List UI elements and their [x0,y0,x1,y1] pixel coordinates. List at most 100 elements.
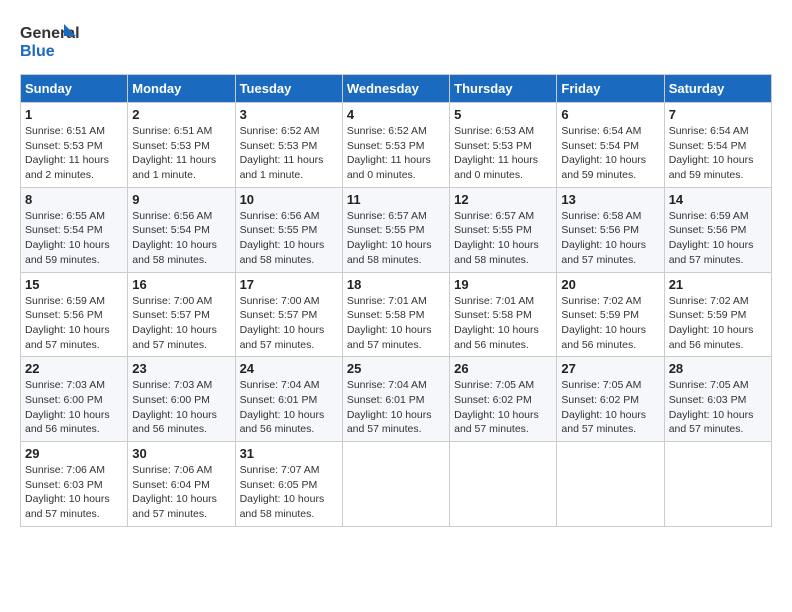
calendar-week-row: 8 Sunrise: 6:55 AMSunset: 5:54 PMDaylight… [21,187,772,272]
calendar-cell: 20 Sunrise: 7:02 AMSunset: 5:59 PMDayligh… [557,272,664,357]
svg-text:Blue: Blue [20,43,55,60]
day-number: 21 [669,277,767,292]
day-number: 15 [25,277,123,292]
weekday-header: Tuesday [235,75,342,103]
day-info: Sunrise: 6:54 AMSunset: 5:54 PMDaylight:… [669,124,767,183]
day-number: 5 [454,107,552,122]
day-info: Sunrise: 7:04 AMSunset: 6:01 PMDaylight:… [240,378,338,437]
weekday-header: Wednesday [342,75,449,103]
day-info: Sunrise: 6:55 AMSunset: 5:54 PMDaylight:… [25,209,123,268]
calendar-cell [557,442,664,527]
day-info: Sunrise: 6:56 AMSunset: 5:54 PMDaylight:… [132,209,230,268]
day-number: 4 [347,107,445,122]
calendar-cell: 15 Sunrise: 6:59 AMSunset: 5:56 PMDayligh… [21,272,128,357]
calendar-cell: 22 Sunrise: 7:03 AMSunset: 6:00 PMDayligh… [21,357,128,442]
day-info: Sunrise: 6:54 AMSunset: 5:54 PMDaylight:… [561,124,659,183]
day-info: Sunrise: 6:56 AMSunset: 5:55 PMDaylight:… [240,209,338,268]
day-info: Sunrise: 6:57 AMSunset: 5:55 PMDaylight:… [454,209,552,268]
calendar-cell: 21Sunrise: 7:02 AMSunset: 5:59 PMDayligh… [664,272,771,357]
calendar-cell: 2 Sunrise: 6:51 AMSunset: 5:53 PMDaylight… [128,103,235,188]
calendar-cell: 12Sunrise: 6:57 AMSunset: 5:55 PMDayligh… [450,187,557,272]
calendar-cell: 27 Sunrise: 7:05 AMSunset: 6:02 PMDayligh… [557,357,664,442]
day-info: Sunrise: 7:04 AMSunset: 6:01 PMDaylight:… [347,378,445,437]
day-info: Sunrise: 7:03 AMSunset: 6:00 PMDaylight:… [132,378,230,437]
day-number: 23 [132,361,230,376]
calendar-cell: 30Sunrise: 7:06 AMSunset: 6:04 PMDayligh… [128,442,235,527]
day-info: Sunrise: 6:53 AMSunset: 5:53 PMDaylight:… [454,124,552,183]
calendar-cell: 4Sunrise: 6:52 AMSunset: 5:53 PMDaylight… [342,103,449,188]
calendar-cell: 8 Sunrise: 6:55 AMSunset: 5:54 PMDaylight… [21,187,128,272]
page-header: GeneralBlue [20,20,772,64]
day-number: 8 [25,192,123,207]
day-info: Sunrise: 6:52 AMSunset: 5:53 PMDaylight:… [240,124,338,183]
day-number: 2 [132,107,230,122]
calendar-cell: 19 Sunrise: 7:01 AMSunset: 5:58 PMDayligh… [450,272,557,357]
day-info: Sunrise: 7:07 AMSunset: 6:05 PMDaylight:… [240,463,338,522]
calendar-cell: 29 Sunrise: 7:06 AMSunset: 6:03 PMDayligh… [21,442,128,527]
day-info: Sunrise: 6:59 AMSunset: 5:56 PMDaylight:… [25,294,123,353]
logo: GeneralBlue [20,20,80,64]
calendar-week-row: 1 Sunrise: 6:51 AMSunset: 5:53 PMDaylight… [21,103,772,188]
day-number: 29 [25,446,123,461]
calendar-cell: 18 Sunrise: 7:01 AMSunset: 5:58 PMDayligh… [342,272,449,357]
day-number: 9 [132,192,230,207]
weekday-header: Sunday [21,75,128,103]
day-number: 18 [347,277,445,292]
day-info: Sunrise: 7:05 AMSunset: 6:03 PMDaylight:… [669,378,767,437]
calendar-cell [342,442,449,527]
day-number: 24 [240,361,338,376]
calendar-cell: 23 Sunrise: 7:03 AMSunset: 6:00 PMDayligh… [128,357,235,442]
calendar-cell: 5 Sunrise: 6:53 AMSunset: 5:53 PMDaylight… [450,103,557,188]
day-number: 20 [561,277,659,292]
calendar-cell [450,442,557,527]
day-number: 30 [132,446,230,461]
calendar-cell: 7 Sunrise: 6:54 AMSunset: 5:54 PMDaylight… [664,103,771,188]
calendar-cell: 1 Sunrise: 6:51 AMSunset: 5:53 PMDaylight… [21,103,128,188]
calendar-cell: 26 Sunrise: 7:05 AMSunset: 6:02 PMDayligh… [450,357,557,442]
day-number: 14 [669,192,767,207]
calendar-cell: 17Sunrise: 7:00 AMSunset: 5:57 PMDayligh… [235,272,342,357]
calendar-cell [664,442,771,527]
day-info: Sunrise: 6:58 AMSunset: 5:56 PMDaylight:… [561,209,659,268]
logo-svg: GeneralBlue [20,20,80,64]
day-number: 17 [240,277,338,292]
day-number: 25 [347,361,445,376]
day-info: Sunrise: 6:59 AMSunset: 5:56 PMDaylight:… [669,209,767,268]
day-info: Sunrise: 7:05 AMSunset: 6:02 PMDaylight:… [561,378,659,437]
day-number: 27 [561,361,659,376]
calendar-week-row: 15 Sunrise: 6:59 AMSunset: 5:56 PMDayligh… [21,272,772,357]
day-number: 1 [25,107,123,122]
day-info: Sunrise: 7:01 AMSunset: 5:58 PMDaylight:… [347,294,445,353]
day-info: Sunrise: 7:05 AMSunset: 6:02 PMDaylight:… [454,378,552,437]
weekday-header: Friday [557,75,664,103]
weekday-header: Saturday [664,75,771,103]
calendar-cell: 9 Sunrise: 6:56 AMSunset: 5:54 PMDaylight… [128,187,235,272]
day-info: Sunrise: 7:03 AMSunset: 6:00 PMDaylight:… [25,378,123,437]
day-info: Sunrise: 6:51 AMSunset: 5:53 PMDaylight:… [132,124,230,183]
day-info: Sunrise: 6:51 AMSunset: 5:53 PMDaylight:… [25,124,123,183]
calendar-cell: 11Sunrise: 6:57 AMSunset: 5:55 PMDayligh… [342,187,449,272]
day-number: 3 [240,107,338,122]
day-number: 13 [561,192,659,207]
day-info: Sunrise: 6:57 AMSunset: 5:55 PMDaylight:… [347,209,445,268]
day-number: 7 [669,107,767,122]
calendar-header-row: SundayMondayTuesdayWednesdayThursdayFrid… [21,75,772,103]
day-info: Sunrise: 7:06 AMSunset: 6:03 PMDaylight:… [25,463,123,522]
day-number: 19 [454,277,552,292]
weekday-header: Monday [128,75,235,103]
calendar-cell: 24 Sunrise: 7:04 AMSunset: 6:01 PMDayligh… [235,357,342,442]
calendar-cell: 6Sunrise: 6:54 AMSunset: 5:54 PMDaylight… [557,103,664,188]
calendar-week-row: 29 Sunrise: 7:06 AMSunset: 6:03 PMDayligh… [21,442,772,527]
weekday-header: Thursday [450,75,557,103]
calendar-cell: 3 Sunrise: 6:52 AMSunset: 5:53 PMDaylight… [235,103,342,188]
calendar-cell: 25 Sunrise: 7:04 AMSunset: 6:01 PMDayligh… [342,357,449,442]
calendar-cell: 31Sunrise: 7:07 AMSunset: 6:05 PMDayligh… [235,442,342,527]
day-number: 10 [240,192,338,207]
calendar-cell: 16Sunrise: 7:00 AMSunset: 5:57 PMDayligh… [128,272,235,357]
day-info: Sunrise: 7:02 AMSunset: 5:59 PMDaylight:… [561,294,659,353]
day-number: 22 [25,361,123,376]
day-number: 26 [454,361,552,376]
calendar-table: SundayMondayTuesdayWednesdayThursdayFrid… [20,74,772,527]
calendar-cell: 13 Sunrise: 6:58 AMSunset: 5:56 PMDayligh… [557,187,664,272]
day-info: Sunrise: 7:01 AMSunset: 5:58 PMDaylight:… [454,294,552,353]
